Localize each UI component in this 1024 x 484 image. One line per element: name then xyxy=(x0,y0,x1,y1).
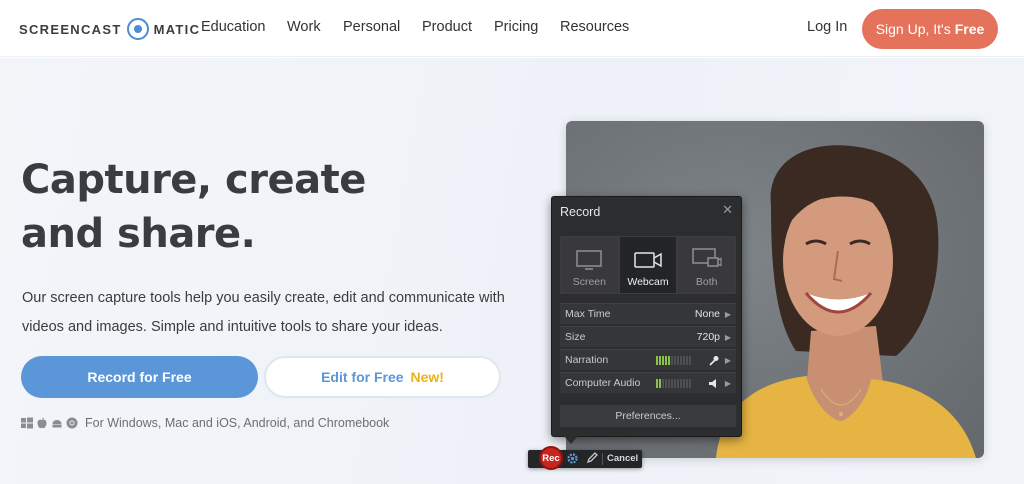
mode-webcam-label: Webcam xyxy=(627,276,669,288)
page-title: Capture, create and share. xyxy=(21,157,366,257)
close-icon[interactable]: ✕ xyxy=(722,202,733,218)
edit-button-label: Edit for Free xyxy=(321,369,404,385)
mode-both[interactable]: Both xyxy=(677,236,737,294)
record-mode-selector: Screen Webcam Both xyxy=(560,236,737,294)
logo-text-left: SCREENCAST xyxy=(19,21,122,37)
edit-for-free-button[interactable]: Edit for Free New! xyxy=(264,356,501,398)
preferences-button[interactable]: Preferences... xyxy=(560,405,736,427)
login-link[interactable]: Log In xyxy=(807,19,847,35)
logo-text-right: MATIC xyxy=(153,21,201,37)
speaker-icon xyxy=(709,379,716,388)
nav-link-resources[interactable]: Resources xyxy=(560,19,629,35)
pencil-icon[interactable] xyxy=(586,452,598,464)
toolbar-divider xyxy=(602,453,603,465)
option-size[interactable]: Size 720p ▶ xyxy=(560,326,736,347)
rec-button[interactable]: Rec xyxy=(539,446,563,470)
hero-description: Our screen capture tools help you easily… xyxy=(22,290,505,335)
record-for-free-button[interactable]: Record for Free xyxy=(21,356,258,398)
logo[interactable]: SCREENCAST MATIC xyxy=(19,17,200,41)
chevron-right-icon: ▶ xyxy=(724,378,731,388)
recorder-panel: Record ✕ Screen Webcam Both Max Time Non… xyxy=(551,196,742,437)
option-computer-audio-label: Computer Audio xyxy=(565,377,641,389)
option-max-time-value: None xyxy=(694,308,720,320)
option-max-time[interactable]: Max Time None ▶ xyxy=(560,303,736,324)
chrome-icon xyxy=(66,417,78,429)
gear-icon[interactable] xyxy=(566,452,579,465)
signup-label: Sign Up, It's xyxy=(875,21,951,37)
mode-screen[interactable]: Screen xyxy=(560,236,619,294)
webcam-icon xyxy=(634,252,662,268)
logo-mark-icon xyxy=(126,18,149,40)
signup-button[interactable]: Sign Up, It's Free xyxy=(862,9,998,49)
nav-link-education[interactable]: Education xyxy=(201,19,266,35)
screen-and-webcam-icon xyxy=(691,248,722,267)
chevron-right-icon: ▶ xyxy=(724,332,731,342)
option-size-value: 720p xyxy=(696,331,720,343)
apple-icon xyxy=(37,417,47,429)
nav-link-product[interactable]: Product xyxy=(422,19,472,35)
platform-support: For Windows, Mac and iOS, Android, and C… xyxy=(21,416,389,430)
new-badge: New! xyxy=(410,369,444,385)
nav-link-personal[interactable]: Personal xyxy=(343,19,400,35)
option-size-label: Size xyxy=(565,331,586,343)
mode-webcam[interactable]: Webcam xyxy=(618,236,678,294)
chevron-right-icon: ▶ xyxy=(724,309,731,319)
recording-toolbar: Rec Cancel xyxy=(528,446,642,470)
microphone-icon xyxy=(709,356,719,366)
screen-icon xyxy=(576,250,603,270)
recorder-title: Record xyxy=(560,205,601,219)
nav-link-work[interactable]: Work xyxy=(287,19,321,35)
option-max-time-label: Max Time xyxy=(565,308,611,320)
option-computer-audio[interactable]: Computer Audio ▶ xyxy=(560,372,736,393)
mode-screen-label: Screen xyxy=(572,276,606,288)
signup-free-label: Free xyxy=(954,21,985,37)
option-narration[interactable]: Narration ▶ xyxy=(560,349,736,370)
android-icon xyxy=(52,420,62,428)
windows-icon xyxy=(21,417,33,429)
platforms-text: For Windows, Mac and iOS, Android, and C… xyxy=(85,416,390,430)
top-nav: SCREENCAST MATIC Education Work Personal… xyxy=(0,0,1024,57)
option-narration-label: Narration xyxy=(565,354,609,366)
chevron-right-icon: ▶ xyxy=(724,355,731,365)
nav-link-pricing[interactable]: Pricing xyxy=(494,19,538,35)
computer-audio-level-meter xyxy=(656,379,692,388)
mode-both-label: Both xyxy=(695,276,718,288)
panel-pointer xyxy=(564,436,578,444)
cancel-button[interactable]: Cancel xyxy=(607,453,638,464)
narration-level-meter xyxy=(656,356,692,365)
